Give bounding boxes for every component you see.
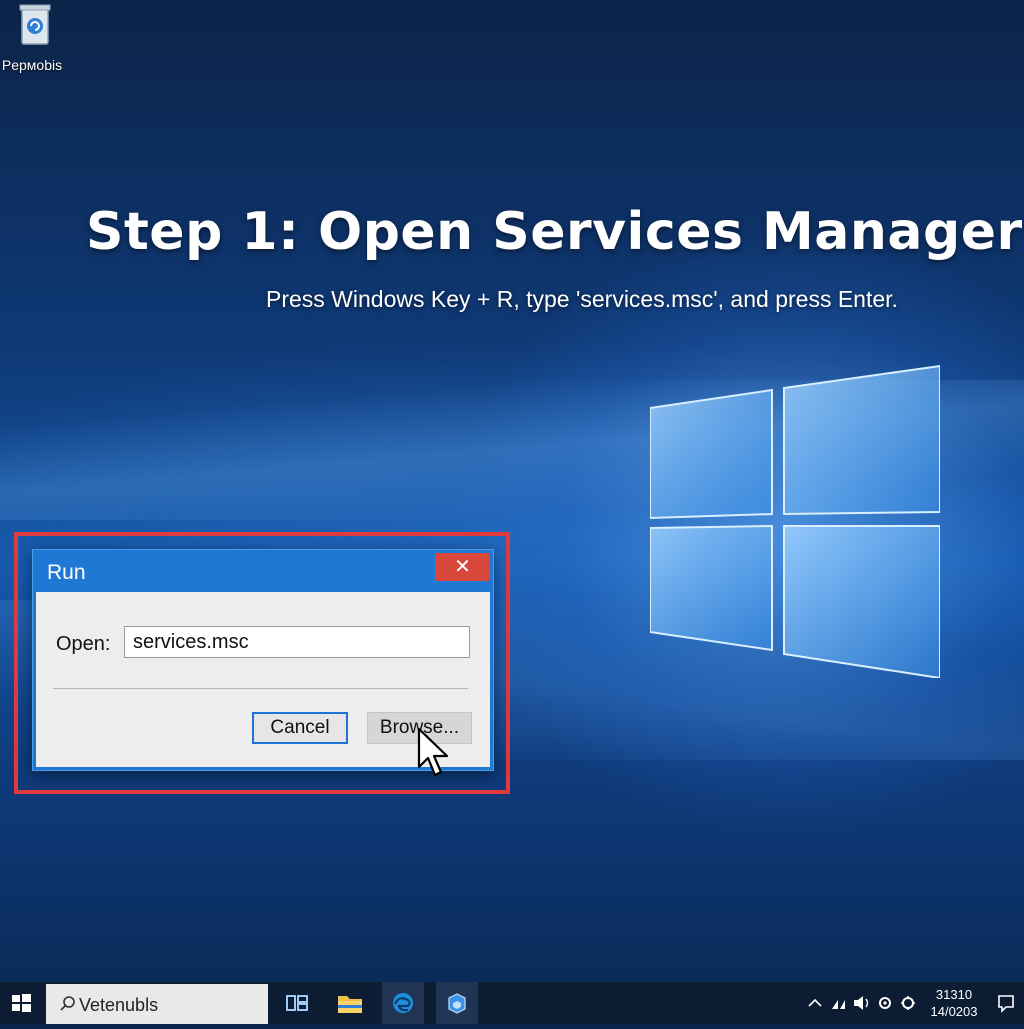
taskbar-search-box[interactable]: Vetenubls xyxy=(46,984,268,1024)
windows-logo xyxy=(650,364,940,678)
start-button[interactable] xyxy=(0,982,42,1024)
windows-start-icon xyxy=(12,994,31,1012)
close-button[interactable]: ✕ xyxy=(435,553,490,581)
store-icon xyxy=(448,993,466,1014)
chevron-up-icon[interactable] xyxy=(805,982,825,1024)
tutorial-instruction: Press Windows Key + R, type 'services.ms… xyxy=(266,286,898,312)
volume-icon[interactable] xyxy=(851,982,873,1024)
edge-button[interactable] xyxy=(382,982,424,1024)
close-icon: ✕ xyxy=(454,556,471,578)
clock-time: 31310 xyxy=(935,987,973,1002)
run-dialog-title: Run xyxy=(47,561,86,584)
desktop-icon-recycle-bin[interactable]: Pермobis xyxy=(0,2,70,73)
divider xyxy=(53,688,468,689)
task-view-icon xyxy=(286,995,308,1011)
open-input[interactable]: services.msc xyxy=(124,626,470,658)
recycle-bin-icon xyxy=(19,4,51,45)
desktop-icon-label: Pермobis xyxy=(1,57,63,73)
clock-date: 14/0203 xyxy=(930,1004,978,1019)
edge-icon xyxy=(393,993,413,1013)
mouse-cursor-icon xyxy=(417,727,449,777)
settings-icon[interactable] xyxy=(875,982,895,1024)
location-icon[interactable] xyxy=(898,982,918,1024)
taskbar: Vetenubls 31310 14/0203 xyxy=(0,982,1024,1024)
file-explorer-button[interactable] xyxy=(329,982,371,1024)
search-text: Vetenubls xyxy=(79,995,159,1015)
task-view-button[interactable] xyxy=(276,982,318,1024)
cancel-button[interactable]: Cancel xyxy=(252,712,348,744)
network-icon[interactable] xyxy=(829,982,849,1024)
system-clock[interactable]: 31310 14/0203 xyxy=(924,986,984,1020)
tutorial-heading: Step 1: Open Services Manager xyxy=(86,202,1023,262)
search-icon xyxy=(60,996,75,1011)
notifications-icon[interactable] xyxy=(994,982,1018,1024)
run-dialog-titlebar[interactable]: Run ✕ xyxy=(33,550,493,592)
store-button[interactable] xyxy=(436,982,478,1024)
file-explorer-icon xyxy=(338,996,362,1013)
open-label: Open: xyxy=(56,633,111,655)
